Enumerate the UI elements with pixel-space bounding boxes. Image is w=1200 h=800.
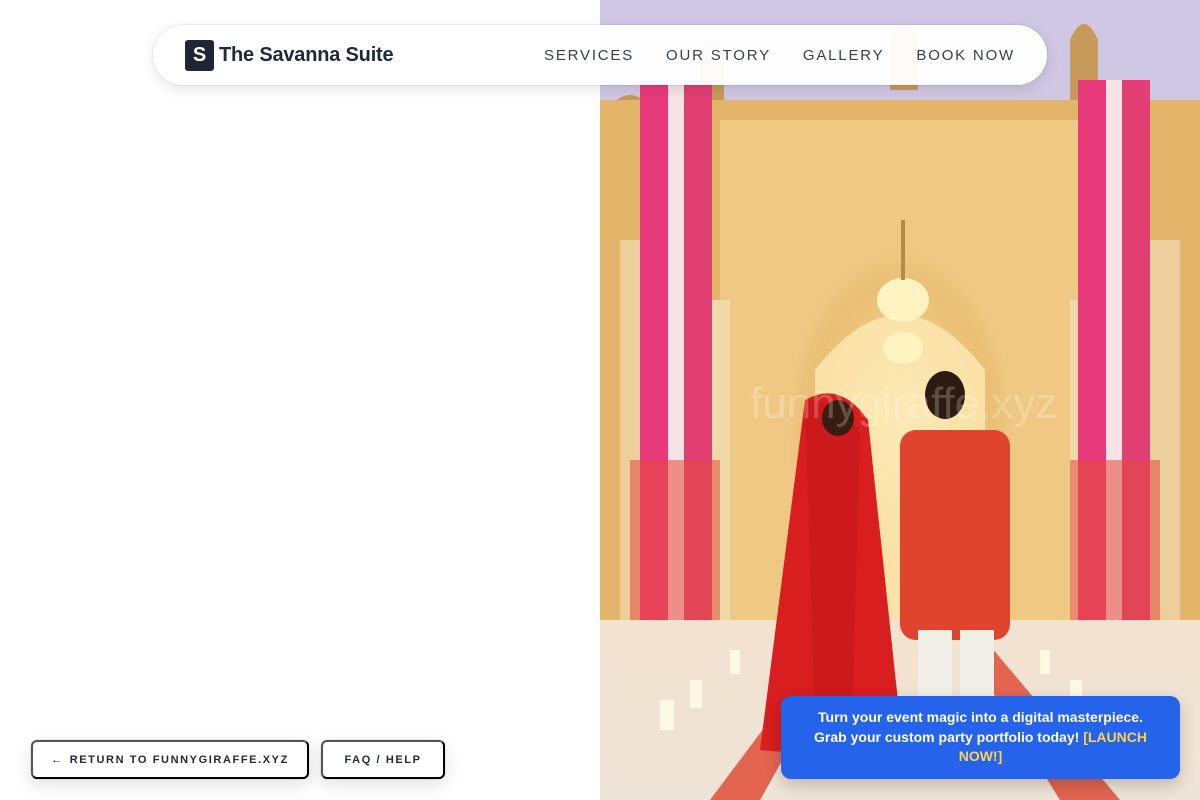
top-nav: S The Savanna Suite SERVICES OUR STORY G… (153, 25, 1047, 85)
promo-banner: Turn your event magic into a digital mas… (781, 696, 1180, 779)
faq-button-label: FAQ / HELP (344, 753, 422, 766)
nav-link-book-now[interactable]: BOOK NOW (916, 47, 1015, 64)
nav-links: SERVICES OUR STORY GALLERY BOOK NOW (544, 47, 1015, 64)
return-button-label: RETURN TO FUNNYGIRAFFE.XYZ (69, 753, 289, 766)
promo-line-1: Turn your event magic into a digital mas… (818, 709, 1143, 725)
return-to-site-button[interactable]: ← RETURN TO FUNNYGIRAFFE.XYZ (31, 740, 309, 779)
brand-name: The Savanna Suite (219, 43, 394, 66)
brand-logo-link[interactable]: S The Savanna Suite (185, 39, 394, 71)
hero-photo: funnygiraffe.xyz (600, 0, 1200, 800)
nav-link-gallery[interactable]: GALLERY (803, 47, 885, 64)
flower-garland-left (630, 80, 720, 640)
nav-link-services[interactable]: SERVICES (544, 47, 634, 64)
promo-line-2: Grab your custom party portfolio today! (814, 728, 1080, 745)
nav-link-our-story[interactable]: OUR STORY (666, 47, 771, 64)
flower-garland-right (1070, 80, 1160, 640)
faq-help-button[interactable]: FAQ / HELP (321, 740, 445, 779)
arrow-left-icon: ← (51, 753, 64, 766)
watermark-text: funnygiraffe.xyz (750, 379, 1057, 428)
brand-mark-icon: S (185, 39, 214, 71)
hero-illustration: funnygiraffe.xyz (600, 0, 1200, 800)
